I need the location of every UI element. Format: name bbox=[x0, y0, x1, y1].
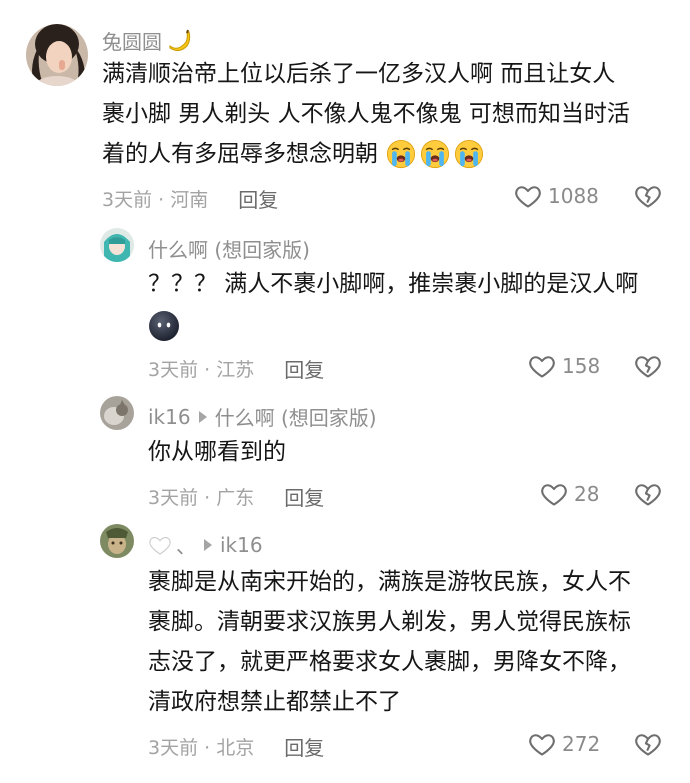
heart-icon bbox=[528, 730, 556, 758]
comment-text: 裹脚是从南宋开始的，满族是游牧民族，女人不 裹脚。清朝要求汉族男人剃发，男人觉得… bbox=[148, 562, 673, 722]
dislike-button[interactable] bbox=[634, 730, 662, 762]
comment-text: 你从哪看到的 bbox=[148, 432, 673, 472]
time-location: 3天前 · 河南 bbox=[102, 189, 209, 211]
like-button[interactable]: 28 bbox=[540, 480, 599, 508]
avatar[interactable] bbox=[100, 228, 134, 262]
reply-button[interactable]: 回复 bbox=[238, 184, 278, 213]
dark-round-face-icon bbox=[149, 311, 179, 341]
dislike-button[interactable] bbox=[634, 352, 662, 384]
comment-line: 清政府想禁止都禁止不了 bbox=[148, 689, 401, 715]
reply-to-user[interactable]: ik16 bbox=[220, 533, 263, 557]
like-button[interactable]: 272 bbox=[528, 730, 600, 758]
like-count: 1088 bbox=[548, 184, 599, 208]
reply-arrow-icon bbox=[204, 538, 212, 551]
reply-button[interactable]: 回复 bbox=[284, 354, 324, 383]
like-button[interactable]: 1088 bbox=[514, 182, 599, 210]
time-location: 3天前 · 广东 bbox=[148, 487, 255, 509]
reply-to-user[interactable]: 什么啊 (想回家版) bbox=[215, 402, 377, 431]
dislike-button[interactable] bbox=[634, 182, 662, 214]
comment-line: 裹小脚 男人剃头 人不像人鬼不像鬼 可想而知当时活 bbox=[102, 101, 630, 127]
comment-line: 志没了，就更严格要求女人裹脚，男降女不降， bbox=[148, 649, 631, 675]
username[interactable]: 兔圆圆 bbox=[102, 26, 192, 55]
reply-button[interactable]: 回复 bbox=[284, 482, 324, 511]
avatar[interactable] bbox=[26, 24, 88, 86]
comment-text: ？？？ 满人不裹小脚啊，推崇裹小脚的是汉人啊 bbox=[148, 264, 673, 348]
comment-line: 你从哪看到的 bbox=[148, 439, 286, 465]
comment-line: 裹脚。清朝要求汉族男人剃发，男人觉得民族标 bbox=[148, 609, 631, 635]
like-count: 158 bbox=[562, 354, 601, 378]
like-button[interactable]: 158 bbox=[528, 352, 600, 380]
crying-face-icon bbox=[420, 139, 450, 169]
reply-arrow-icon bbox=[198, 410, 207, 423]
comment-line: 满清顺治帝上位以后杀了一亿多汉人啊 而且让女人 bbox=[102, 61, 616, 87]
comment-text: 满清顺治帝上位以后杀了一亿多汉人啊 而且让女人 裹小脚 男人剃头 人不像人鬼不像… bbox=[102, 54, 672, 174]
crying-face-icon bbox=[386, 139, 416, 169]
broken-heart-icon bbox=[634, 352, 662, 380]
comment-meta: 3天前 · 广东 回复 bbox=[148, 482, 324, 511]
comment-meta: 3天前 · 北京 回复 bbox=[148, 732, 324, 761]
comment-line bbox=[148, 304, 673, 348]
like-count: 28 bbox=[574, 482, 600, 506]
time-location: 3天前 · 江苏 bbox=[148, 359, 255, 381]
white-heart-icon bbox=[149, 536, 171, 555]
avatar[interactable] bbox=[100, 396, 134, 430]
avatar[interactable] bbox=[100, 524, 134, 558]
heart-icon bbox=[514, 182, 542, 210]
reply-button[interactable]: 回复 bbox=[284, 732, 324, 761]
time-location: 3天前 · 北京 bbox=[148, 737, 255, 759]
dislike-button[interactable] bbox=[634, 480, 662, 512]
comment-meta: 3天前 · 江苏 回复 bbox=[148, 354, 324, 383]
comment-line: 裹脚是从南宋开始的，满族是游牧民族，女人不 bbox=[148, 569, 631, 595]
heart-icon bbox=[540, 480, 568, 508]
broken-heart-icon bbox=[634, 182, 662, 210]
crying-face-icon bbox=[454, 139, 484, 169]
broken-heart-icon bbox=[634, 730, 662, 758]
username[interactable]: 什么啊 (想回家版) bbox=[148, 234, 310, 263]
banana-icon bbox=[169, 29, 191, 51]
comment-line: 着的人有多屈辱多想念明朝 bbox=[102, 134, 672, 174]
heart-icon bbox=[528, 352, 556, 380]
like-count: 272 bbox=[562, 732, 601, 756]
username[interactable]: ik16 什么啊 (想回家版) bbox=[148, 402, 377, 431]
broken-heart-icon bbox=[634, 480, 662, 508]
username[interactable]: 、 ik16 bbox=[148, 530, 263, 559]
comment-meta: 3天前 · 河南 回复 bbox=[102, 184, 278, 213]
comment-line: ？？？ 满人不裹小脚啊，推崇裹小脚的是汉人啊 bbox=[148, 271, 639, 297]
